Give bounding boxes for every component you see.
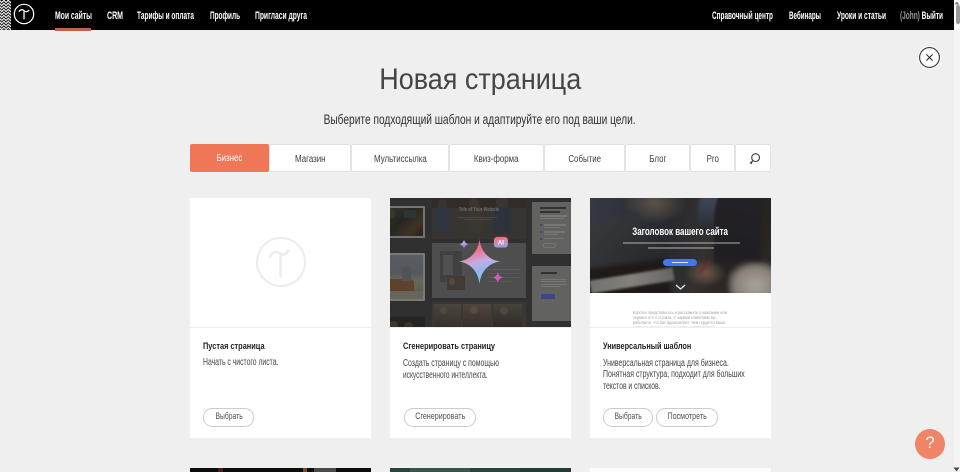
svg-text:AI: AI <box>498 240 504 247</box>
